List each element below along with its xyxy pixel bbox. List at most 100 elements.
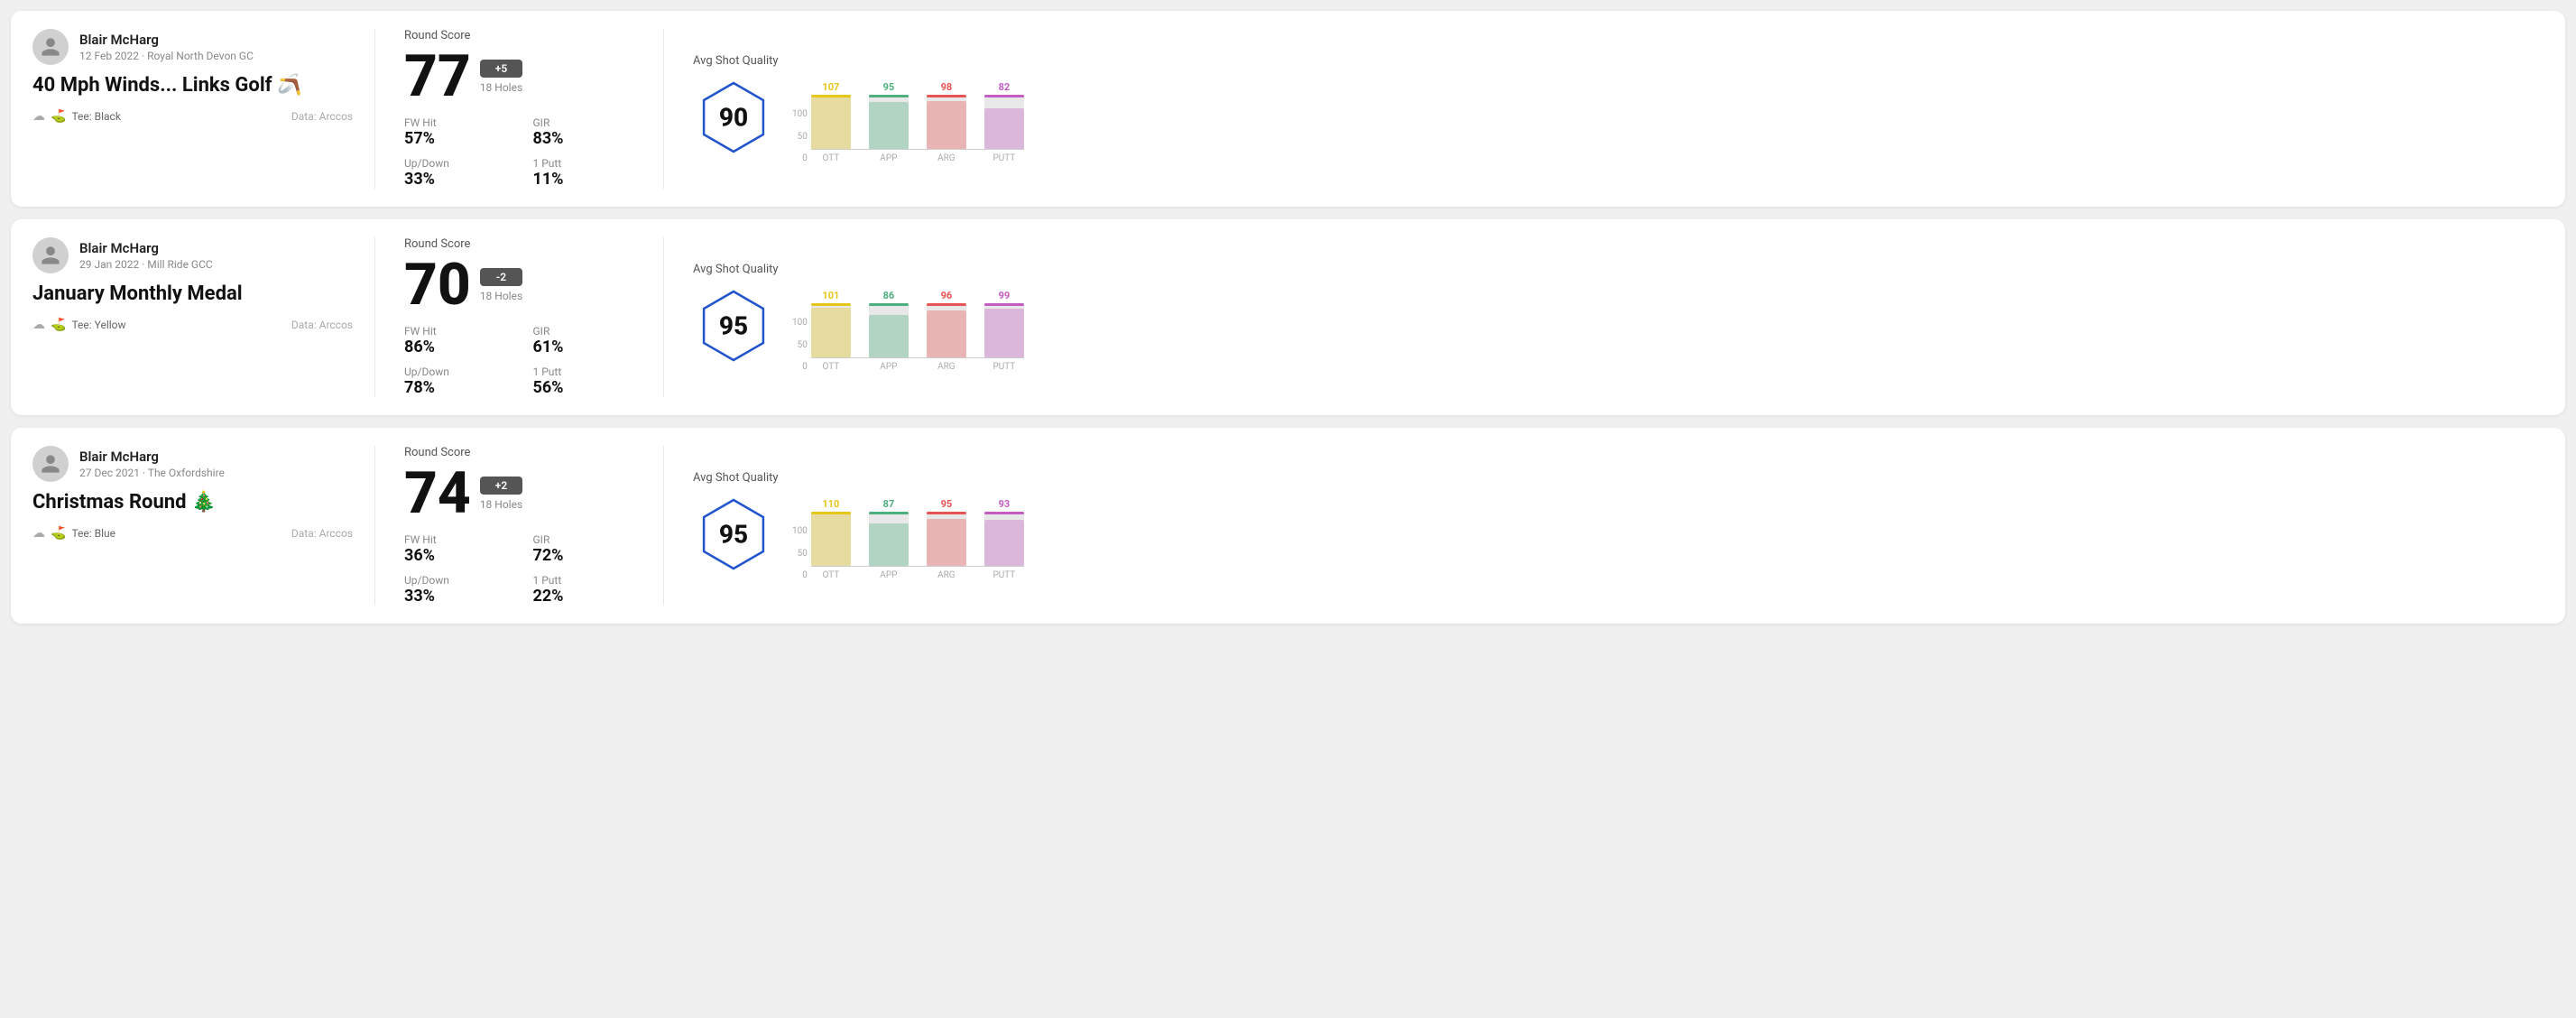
bar-fill-app <box>869 315 909 357</box>
bar-value-putt: 99 <box>999 290 1011 301</box>
gir-label: GIR <box>533 325 635 338</box>
stats-grid-round3: FW Hit 36% GIR 72% Up/Down 33% 1 Putt 22… <box>404 533 634 606</box>
fw-hit-value-round1: 57% <box>404 129 506 148</box>
one-putt-label: 1 Putt <box>533 574 635 587</box>
card-left-round3: Blair McHarg 27 Dec 2021 · The Oxfordshi… <box>32 446 375 606</box>
bar-outer-arg <box>927 95 966 149</box>
round-title-round2: January Monthly Medal <box>32 282 353 305</box>
chart-x-label-arg: ARG <box>927 362 966 372</box>
user-info-round3: Blair McHarg 27 Dec 2021 · The Oxfordshi… <box>79 449 225 479</box>
up-down-label: Up/Down <box>404 574 506 587</box>
bar-column-putt: 99 <box>984 290 1024 357</box>
bar-fill-putt <box>984 108 1024 149</box>
bar-top-line-arg <box>927 95 966 97</box>
bar-outer-ott <box>811 95 851 149</box>
fw-hit-label: FW Hit <box>404 325 506 338</box>
bar-value-app: 87 <box>883 498 895 510</box>
right-section-inner-round2: Avg Shot Quality 95 100 50 0 <box>693 263 2544 372</box>
chart-x-label-ott: OTT <box>811 570 851 580</box>
bar-top-line-putt <box>984 512 1024 514</box>
bar-outer-app <box>869 95 909 149</box>
bar-value-arg: 98 <box>941 81 953 93</box>
user-name-round2: Blair McHarg <box>79 240 213 256</box>
bar-outer-app <box>869 512 909 566</box>
up-down-value-round1: 33% <box>404 170 506 189</box>
chart-axis-line <box>811 149 1024 150</box>
bars-row: 110 87 95 93 <box>811 494 1024 566</box>
holes-label-round3: 18 Holes <box>480 498 522 511</box>
one-putt-value-round1: 11% <box>533 170 635 189</box>
bag-icon: ⛳ <box>51 109 66 124</box>
tee-info-round3: ☁ ⛳ Tee: Blue <box>32 526 115 541</box>
bar-fill-arg <box>927 310 966 357</box>
bar-value-app: 95 <box>883 81 895 93</box>
score-diff-badge-round1: +5 <box>480 60 522 78</box>
bar-value-ott: 107 <box>822 81 839 93</box>
user-header-round3: Blair McHarg 27 Dec 2021 · The Oxfordshi… <box>32 446 353 482</box>
score-number-round2: 70 <box>404 256 471 314</box>
chart-x-label-putt: PUTT <box>984 153 1024 163</box>
cloud-icon: ☁ <box>32 526 45 541</box>
chart-y-axis: 100 50 0 <box>792 526 808 580</box>
score-row-round1: 77 +5 18 Holes <box>404 48 634 106</box>
bar-outer-putt <box>984 303 1024 357</box>
card-left-round1: Blair McHarg 12 Feb 2022 · Royal North D… <box>32 29 375 189</box>
user-header-round1: Blair McHarg 12 Feb 2022 · Royal North D… <box>32 29 353 65</box>
score-diff-badge-round2: -2 <box>480 268 522 286</box>
gir-value-round2: 61% <box>533 338 635 356</box>
fw-hit-label: FW Hit <box>404 116 506 129</box>
up-down-label: Up/Down <box>404 157 506 170</box>
user-name-round3: Blair McHarg <box>79 449 225 465</box>
bar-column-putt: 82 <box>984 81 1024 149</box>
bag-icon: ⛳ <box>51 318 66 332</box>
bar-outer-putt <box>984 512 1024 566</box>
chart-x-label-app: APP <box>869 570 909 580</box>
card-right-round2: Avg Shot Quality 95 100 50 0 <box>664 237 2544 397</box>
bag-icon: ⛳ <box>51 526 66 541</box>
round-title-round3: Christmas Round 🎄 <box>32 491 353 514</box>
chart-x-labels: OTTAPPARGPUTT <box>811 362 1024 372</box>
score-diff-badge-round3: +2 <box>480 477 522 495</box>
bar-chart: 100 50 0 110 87 95 <box>792 494 1024 580</box>
right-top-round1: 90 100 50 0 107 95 <box>693 77 2544 163</box>
bar-top-line-ott <box>811 303 851 306</box>
tee-label: Tee: Yellow <box>71 319 125 331</box>
one-putt-value-round3: 22% <box>533 587 635 606</box>
card-left-round2: Blair McHarg 29 Jan 2022 · Mill Ride GCC… <box>32 237 375 397</box>
bar-value-ott: 110 <box>822 498 839 510</box>
chart-x-label-app: APP <box>869 362 909 372</box>
one-putt-value-round2: 56% <box>533 378 635 397</box>
stat-fw-hit-round3: FW Hit 36% <box>404 533 506 565</box>
fw-hit-label: FW Hit <box>404 533 506 546</box>
stat-fw-hit-round1: FW Hit 57% <box>404 116 506 148</box>
round-title-round1: 40 Mph Winds... Links Golf 🪃 <box>32 74 353 97</box>
user-icon <box>40 36 61 58</box>
right-section-inner-round1: Avg Shot Quality 90 100 50 0 <box>693 54 2544 163</box>
up-down-label: Up/Down <box>404 366 506 378</box>
score-badge-col-round2: -2 18 Holes <box>480 268 522 302</box>
avg-shot-label-round2: Avg Shot Quality <box>693 263 2544 276</box>
card-right-round3: Avg Shot Quality 95 100 50 0 <box>664 446 2544 606</box>
card-middle-round1: Round Score 77 +5 18 Holes FW Hit 57% GI… <box>375 29 664 189</box>
round-score-label-round1: Round Score <box>404 29 634 42</box>
user-info-round1: Blair McHarg 12 Feb 2022 · Royal North D… <box>79 32 254 62</box>
hexagon-container-round3: 95 <box>693 494 774 575</box>
bar-chart: 100 50 0 101 86 96 <box>792 285 1024 372</box>
chart-x-label-arg: ARG <box>927 153 966 163</box>
hexagon-wrap-round2: 95 <box>693 285 774 366</box>
bar-fill-arg <box>927 101 966 149</box>
right-section-inner-round3: Avg Shot Quality 95 100 50 0 <box>693 471 2544 580</box>
stats-grid-round2: FW Hit 86% GIR 61% Up/Down 78% 1 Putt 56… <box>404 325 634 397</box>
bar-fill-putt <box>984 520 1024 566</box>
bar-outer-putt <box>984 95 1024 149</box>
right-top-round2: 95 100 50 0 101 86 <box>693 285 2544 372</box>
stat-up-down-round1: Up/Down 33% <box>404 157 506 189</box>
chart-x-label-putt: PUTT <box>984 362 1024 372</box>
gir-label: GIR <box>533 533 635 546</box>
round-card-round3: Blair McHarg 27 Dec 2021 · The Oxfordshi… <box>11 428 2565 624</box>
card-footer-round2: ☁ ⛳ Tee: Yellow Data: Arccos <box>32 318 353 332</box>
stat-gir-round1: GIR 83% <box>533 116 635 148</box>
hexagon-container-round1: 90 <box>693 77 774 158</box>
gir-label: GIR <box>533 116 635 129</box>
round-card-round1: Blair McHarg 12 Feb 2022 · Royal North D… <box>11 11 2565 207</box>
